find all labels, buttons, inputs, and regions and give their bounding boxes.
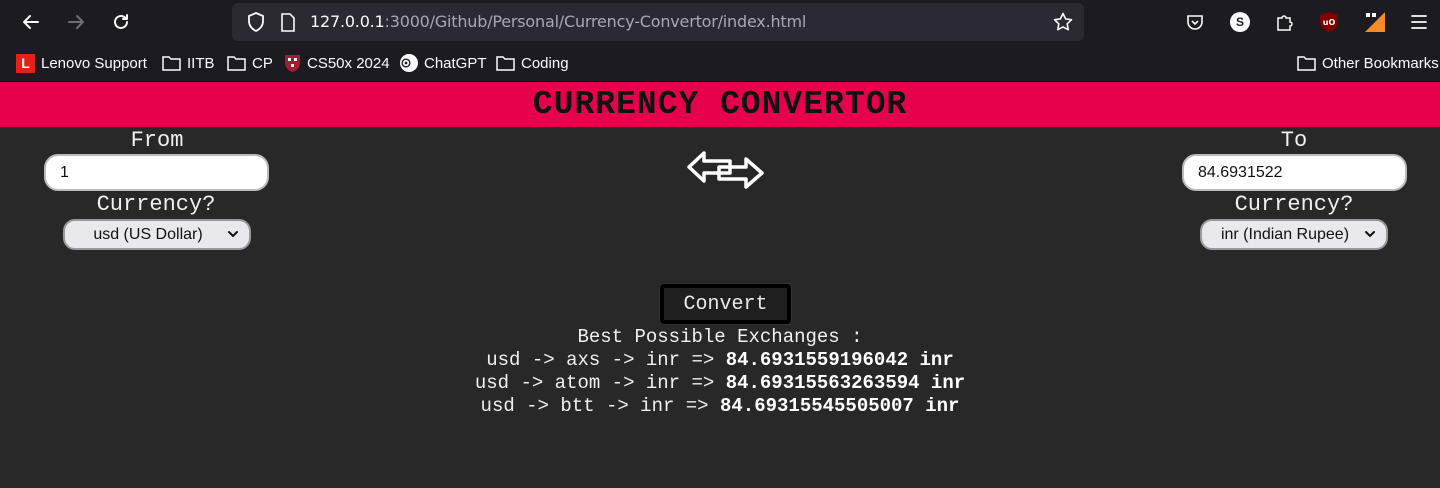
from-amount-input[interactable]: 1: [44, 154, 269, 191]
folder-icon: [496, 56, 515, 71]
pocket-button[interactable]: [1180, 7, 1210, 37]
url-path: :3000/Github/Personal/Currency-Convertor…: [384, 12, 807, 31]
back-button[interactable]: [15, 6, 47, 38]
bookmark-chatgpt[interactable]: ChatGPT: [400, 44, 487, 82]
to-currency-label: Currency?: [1234, 192, 1354, 217]
account-button[interactable]: S: [1225, 7, 1255, 37]
from-label: From: [130, 128, 184, 153]
openai-icon: [400, 54, 418, 72]
bookmarks-bar: L Lenovo Support IITB CP CS50x 2024 Chat…: [0, 44, 1440, 82]
forward-button[interactable]: [60, 6, 92, 38]
hamburger-icon: [1411, 15, 1427, 29]
arrow-right-icon: [68, 15, 84, 29]
reload-icon: [114, 14, 128, 29]
result-value: 84.69315563263594 inr: [725, 372, 966, 394]
other-bookmarks-label: Other Bookmarks: [1322, 54, 1439, 72]
result-path: usd -> atom -> inr =>: [474, 372, 726, 394]
convert-button[interactable]: Convert: [660, 284, 791, 324]
harvard-shield-icon: [285, 54, 300, 72]
bookmark-label: Lenovo Support: [41, 54, 147, 72]
bookmark-label: CP: [252, 54, 273, 72]
bookmark-coding[interactable]: Coding: [496, 44, 569, 82]
bookmark-label: ChatGPT: [424, 54, 487, 72]
bookmark-label: CS50x 2024: [307, 54, 390, 72]
menu-button[interactable]: [1404, 7, 1434, 37]
result-path: usd -> btt -> inr =>: [480, 395, 720, 417]
bookmark-cp[interactable]: CP: [227, 44, 273, 82]
bookmark-label: Coding: [521, 54, 569, 72]
shield-icon[interactable]: [240, 3, 272, 41]
bookmark-cs50x[interactable]: CS50x 2024: [284, 44, 390, 82]
result-line: usd -> axs -> inr => 84.6931559196042 in…: [0, 349, 1440, 372]
to-label: To: [1280, 128, 1308, 153]
folder-icon: [162, 56, 181, 71]
result-value: 84.69315545505007 inr: [720, 395, 960, 417]
to-currency-select[interactable]: inr (Indian Rupee): [1200, 219, 1388, 250]
to-amount-input[interactable]: 84.6931522: [1182, 154, 1407, 191]
from-currency-label: Currency?: [96, 192, 216, 217]
star-icon[interactable]: [1048, 3, 1078, 41]
other-bookmarks[interactable]: Other Bookmarks: [1297, 44, 1439, 82]
results-heading: Best Possible Exchanges :: [577, 326, 863, 348]
reload-button[interactable]: [105, 6, 137, 38]
page-title: CURRENCY CONVERTOR: [532, 86, 908, 123]
result-value: 84.6931559196042 inr: [725, 349, 954, 371]
chevron-down-icon: [1365, 231, 1375, 238]
pocket-icon: [1187, 15, 1203, 30]
result-line: usd -> btt -> inr => 84.69315545505007 i…: [0, 395, 1440, 418]
results-panel: Best Possible Exchanges : usd -> axs -> …: [0, 326, 1440, 418]
page-content: CURRENCY CONVERTOR From 1 Currency? usd …: [0, 82, 1440, 488]
extensions-button[interactable]: [1270, 7, 1300, 37]
account-avatar: S: [1230, 12, 1250, 32]
ublock-button[interactable]: uO: [1314, 7, 1344, 37]
browser-toolbar: 127.0.0.1:3000/Github/Personal/Currency-…: [0, 0, 1440, 44]
result-line: usd -> atom -> inr => 84.69315563263594 …: [0, 372, 1440, 395]
swap-icon[interactable]: [686, 150, 766, 190]
extension-button[interactable]: [1360, 7, 1390, 37]
result-path: usd -> axs -> inr =>: [486, 349, 726, 371]
ublock-icon: uO: [1320, 12, 1338, 32]
bookmark-iitb[interactable]: IITB: [162, 44, 215, 82]
lenovo-icon: L: [16, 53, 35, 73]
title-banner: CURRENCY CONVERTOR: [0, 82, 1440, 127]
url-host: 127.0.0.1: [310, 12, 385, 31]
bookmark-label: IITB: [187, 54, 215, 72]
from-currency-select[interactable]: usd (US Dollar): [63, 219, 251, 250]
folder-icon: [1297, 56, 1316, 71]
url-bar[interactable]: 127.0.0.1:3000/Github/Personal/Currency-…: [232, 3, 1084, 41]
bookmark-lenovo-support[interactable]: L Lenovo Support: [16, 44, 147, 82]
folder-icon: [227, 56, 246, 71]
to-currency-value: inr (Indian Rupee): [1220, 225, 1350, 243]
svg-text:uO: uO: [1323, 18, 1336, 27]
arrow-left-icon: [23, 15, 39, 29]
extension-icon: [1365, 12, 1385, 32]
puzzle-icon: [1277, 15, 1293, 31]
from-currency-value: usd (US Dollar): [93, 225, 203, 243]
url-text[interactable]: 127.0.0.1:3000/Github/Personal/Currency-…: [310, 3, 806, 41]
chevron-down-icon: [228, 231, 238, 238]
page-icon[interactable]: [274, 3, 302, 41]
